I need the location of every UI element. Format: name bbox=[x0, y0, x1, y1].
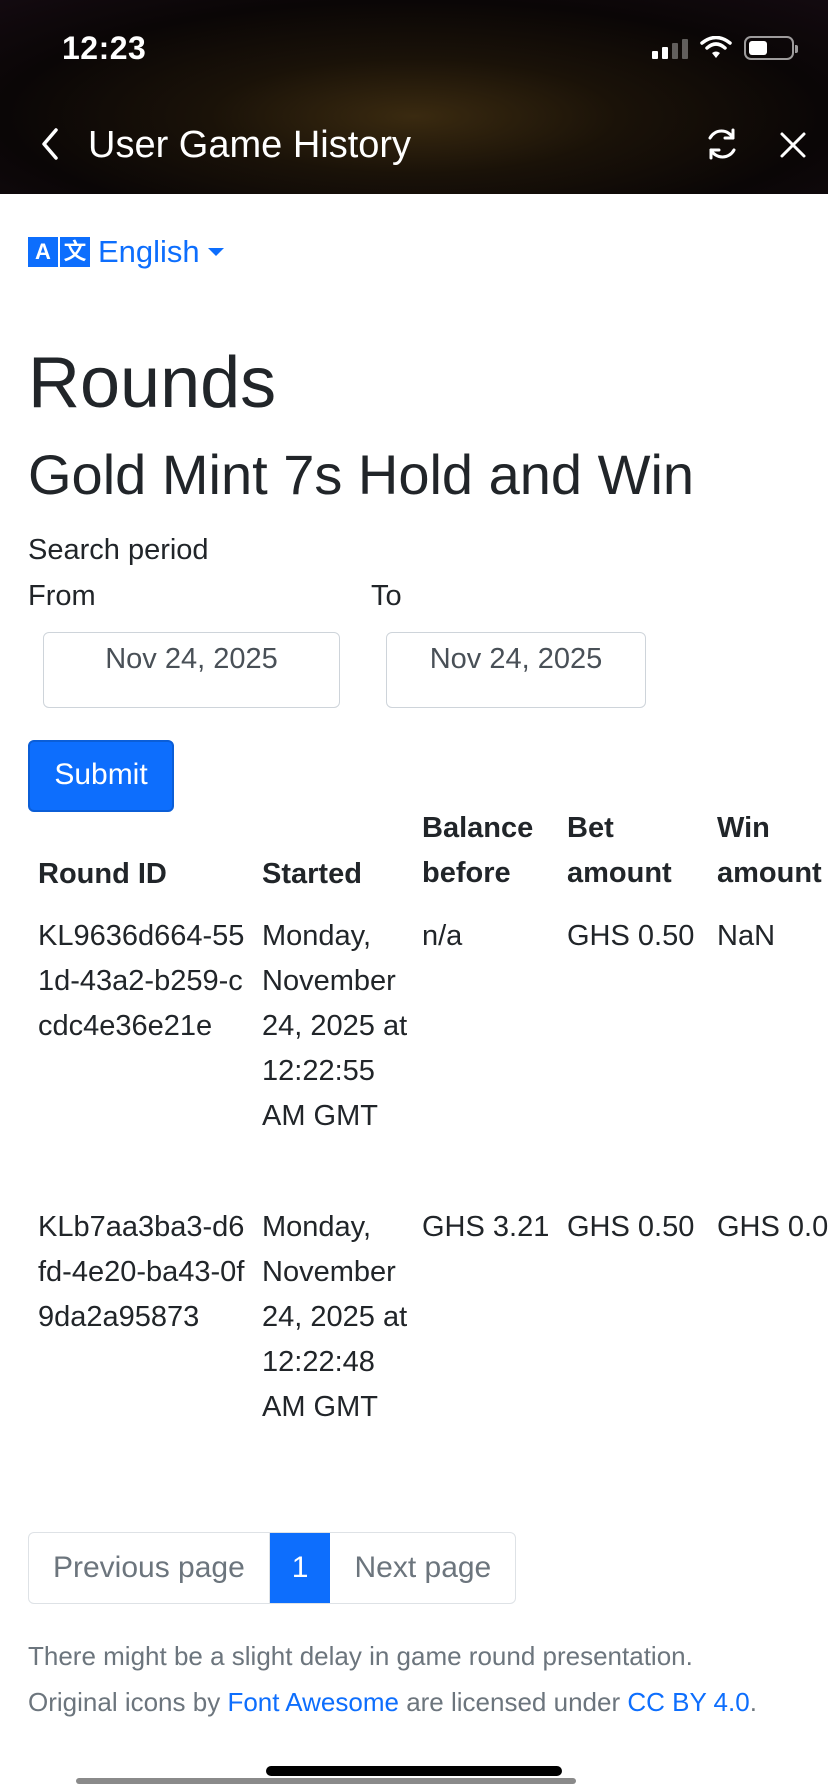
language-label: English bbox=[98, 234, 200, 269]
bet-amount-cell: GHS 0.50 bbox=[567, 1211, 695, 1243]
language-dropdown[interactable]: A文 English bbox=[28, 234, 224, 270]
column-header-round-id: Round ID bbox=[38, 858, 167, 890]
submit-button[interactable]: Submit bbox=[28, 740, 174, 812]
search-period-label: Search period bbox=[28, 534, 209, 566]
column-header-bet-amount: Bet amount bbox=[567, 812, 672, 889]
started-cell: Monday, November 24, 2025 at 12:22:48 AM… bbox=[262, 1211, 408, 1423]
home-indicator[interactable] bbox=[266, 1766, 562, 1776]
delay-note: There might be a slight delay in game ro… bbox=[28, 1641, 693, 1671]
wifi-icon bbox=[700, 36, 732, 58]
top-bar: 12:23 User Game History bbox=[0, 0, 828, 194]
horizontal-scrollbar[interactable] bbox=[76, 1778, 576, 1784]
status-time: 12:23 bbox=[62, 30, 147, 66]
round-id-cell: KLb7aa3ba3-d6fd-4e20-ba43-0f9da2a95873 bbox=[38, 1211, 245, 1333]
nav-title: User Game History bbox=[88, 124, 412, 166]
from-label: From bbox=[28, 580, 96, 612]
to-label: To bbox=[371, 580, 402, 612]
column-header-balance-before: Balance before bbox=[422, 812, 534, 889]
game-title: Gold Mint 7s Hold and Win bbox=[28, 443, 695, 506]
balance-before-cell: GHS 3.21 bbox=[422, 1211, 550, 1243]
cellular-signal-icon bbox=[652, 37, 688, 59]
column-header-started: Started bbox=[262, 858, 362, 890]
translate-icon: A文 bbox=[28, 237, 90, 267]
previous-page-button[interactable]: Previous page bbox=[29, 1533, 270, 1603]
round-id-cell: KL9636d664-551d-43a2-b259-ccdc4e36e21e bbox=[38, 920, 245, 1042]
bet-amount-cell: GHS 0.50 bbox=[567, 920, 695, 952]
started-cell: Monday, November 24, 2025 at 12:22:55 AM… bbox=[262, 920, 408, 1132]
close-icon[interactable] bbox=[776, 128, 810, 162]
from-date-input[interactable]: Nov 24, 2025 bbox=[43, 632, 340, 708]
caret-down-icon bbox=[207, 248, 224, 256]
page-title: Rounds bbox=[28, 343, 277, 423]
license-link[interactable]: CC BY 4.0 bbox=[627, 1687, 749, 1717]
icons-credit: Original icons by Font Awesome are licen… bbox=[28, 1687, 757, 1717]
back-chevron-icon[interactable] bbox=[36, 124, 64, 164]
pagination: Previous page 1 Next page bbox=[28, 1532, 517, 1604]
font-awesome-link[interactable]: Font Awesome bbox=[227, 1687, 399, 1717]
column-header-win-amount: Win amount bbox=[717, 812, 822, 889]
status-icons bbox=[652, 36, 798, 60]
balance-before-cell: n/a bbox=[422, 920, 463, 952]
next-page-button[interactable]: Next page bbox=[330, 1533, 515, 1603]
page-1-button[interactable]: 1 bbox=[269, 1533, 331, 1603]
to-date-input[interactable]: Nov 24, 2025 bbox=[386, 632, 646, 708]
reload-icon[interactable] bbox=[702, 124, 742, 164]
footer-note: There might be a slight delay in game ro… bbox=[28, 1636, 808, 1722]
win-amount-cell: NaN bbox=[717, 920, 776, 952]
win-amount-cell: GHS 0.0 bbox=[717, 1211, 828, 1243]
battery-icon bbox=[744, 36, 798, 60]
